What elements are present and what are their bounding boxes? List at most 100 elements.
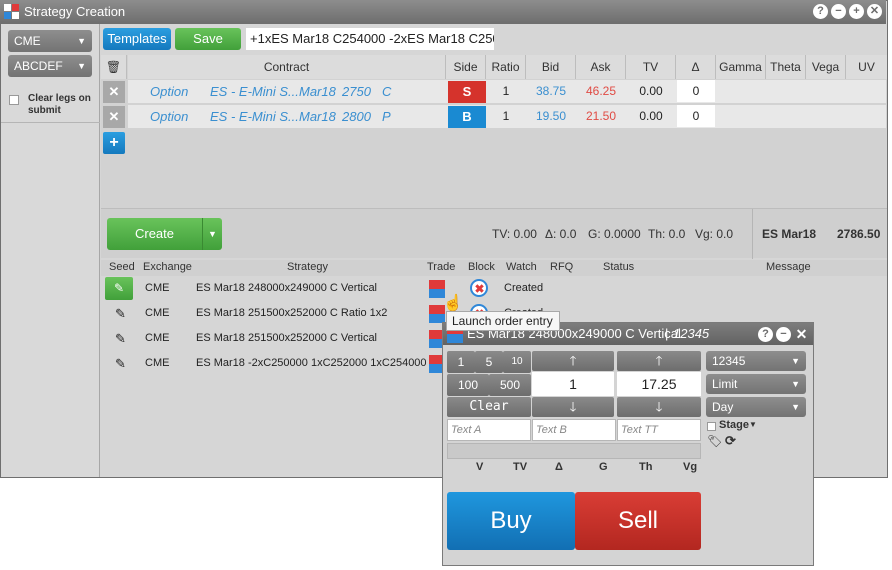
tif-dropdown[interactable]: Day ▼ <box>706 397 806 417</box>
qty-1-button[interactable]: 1 <box>447 351 475 373</box>
qty-500-button[interactable]: 500 <box>489 374 531 396</box>
order-type-value: Limit <box>712 377 738 391</box>
greek-g-label: G <box>599 461 608 473</box>
col-tv: TV <box>626 55 676 79</box>
help-icon[interactable]: ? <box>758 327 773 342</box>
side-buy-toggle[interactable]: B <box>448 106 486 128</box>
account-value: ABCDEF <box>14 59 63 73</box>
remove-leg-button[interactable]: ✕ <box>103 81 125 103</box>
seed-pencil-icon[interactable]: ✎ <box>115 326 126 351</box>
strategy-input[interactable]: +1xES Mar18 C254000 -2xES Mar18 C25000 <box>246 28 494 50</box>
leg-type[interactable]: Option <box>150 80 188 103</box>
app-logo-icon <box>4 4 20 20</box>
text-tt-input[interactable]: Text TT <box>617 419 701 441</box>
price-down-arrow-icon[interactable]: 🡓 <box>617 397 701 417</box>
clear-button[interactable]: Clear <box>447 397 531 417</box>
row-strategy: ES Mar18 251500x252000 C Ratio 1x2 <box>196 307 388 319</box>
qty-down-arrow-icon[interactable]: 🡓 <box>532 397 614 417</box>
leg-bid: 19.50 <box>535 109 567 123</box>
leg-expiry[interactable]: Mar18 <box>299 80 336 103</box>
stage-label: Stage <box>719 419 749 431</box>
stage-caret-icon[interactable]: ▼ <box>749 420 757 429</box>
col-ask: Ask <box>576 55 626 79</box>
chevron-down-icon: ▼ <box>791 379 800 389</box>
leg-ratio[interactable]: 1 <box>486 105 526 127</box>
col-trade: Trade <box>427 261 456 273</box>
chevron-down-icon[interactable]: ▼ <box>202 218 222 250</box>
leg-product[interactable]: ES - E-Mini S... <box>210 80 299 103</box>
leg-cp[interactable]: C <box>382 80 391 103</box>
clear-legs-checkbox[interactable] <box>9 95 19 105</box>
table-row[interactable]: ✎ CME ES Mar18 248000x249000 C Vertical … <box>101 276 887 301</box>
close-icon[interactable]: ✕ <box>794 327 809 342</box>
quantity-input[interactable]: 1 <box>532 372 614 396</box>
minimize-icon[interactable]: − <box>831 4 846 19</box>
leg-delta[interactable]: 0 <box>677 80 715 102</box>
text-a-input[interactable]: Text A <box>447 419 531 441</box>
col-side: Side <box>446 55 486 79</box>
leg-delta[interactable]: 0 <box>677 105 715 127</box>
window-title: Strategy Creation <box>24 4 126 19</box>
tag-icon[interactable]: 🏷 <box>707 434 722 448</box>
leg-cp[interactable]: P <box>382 105 391 128</box>
text-b-input[interactable]: Text B <box>532 419 616 441</box>
help-icon[interactable]: ? <box>813 4 828 19</box>
launch-order-entry-tooltip: Launch order entry <box>446 311 560 331</box>
price-input[interactable]: 17.25 <box>617 372 701 396</box>
col-uv: UV <box>846 55 887 79</box>
seed-pencil-icon[interactable]: ✎ <box>105 277 133 300</box>
close-icon[interactable]: ✕ <box>867 4 882 19</box>
col-theta: Theta <box>766 55 806 79</box>
account-dropdown[interactable]: 12345 ▼ <box>706 351 806 371</box>
chevron-down-icon: ▼ <box>791 356 800 366</box>
qty-100-button[interactable]: 100 <box>447 374 489 396</box>
qty-10-button[interactable]: 10 <box>503 351 531 373</box>
maximize-icon[interactable]: + <box>849 4 864 19</box>
leg-bid: 38.75 <box>535 84 567 98</box>
qty-5-button[interactable]: 5 <box>475 351 503 373</box>
greek-vg-label: Vg <box>683 461 698 473</box>
refresh-icon[interactable]: ⟳ <box>725 433 736 449</box>
save-button[interactable]: Save <box>175 28 241 50</box>
account-value: 12345 <box>712 354 746 368</box>
leg-type[interactable]: Option <box>150 105 188 128</box>
account-dropdown[interactable]: ABCDEF ▼ <box>8 55 92 77</box>
row-exchange: CME <box>145 332 170 344</box>
chevron-down-icon: ▼ <box>77 36 86 46</box>
leg-expiry[interactable]: Mar18 <box>299 105 336 128</box>
exchange-dropdown[interactable]: CME ▼ <box>8 30 92 52</box>
block-icon[interactable] <box>470 279 488 297</box>
seed-pencil-icon[interactable]: ✎ <box>115 351 126 376</box>
add-leg-button[interactable]: + <box>103 132 125 154</box>
qty-up-arrow-icon[interactable]: 🡑 <box>532 351 614 371</box>
create-button[interactable]: Create <box>107 218 202 250</box>
col-contract: Contract <box>128 55 446 79</box>
leg-product[interactable]: ES - E-Mini S... <box>210 105 299 128</box>
price-up-arrow-icon[interactable]: 🡑 <box>617 351 701 371</box>
col-status: Status <box>603 261 635 273</box>
remove-leg-button[interactable]: ✕ <box>103 106 125 128</box>
leg-ask: 21.50 <box>585 109 617 123</box>
trash-icon[interactable]: 🗑 <box>101 55 127 79</box>
side-sell-toggle[interactable]: S <box>448 81 486 103</box>
col-delta: Δ <box>676 55 716 79</box>
underlying-price: 2786.50 <box>837 227 881 241</box>
col-rfq: RFQ <box>550 261 574 273</box>
buy-button[interactable]: Buy <box>447 492 575 550</box>
row-exchange: CME <box>145 282 170 294</box>
col-vega: Vega <box>806 55 846 79</box>
order-type-dropdown[interactable]: Limit ▼ <box>706 374 806 394</box>
minimize-icon[interactable]: − <box>776 327 791 342</box>
leg-ratio[interactable]: 1 <box>486 80 526 102</box>
stage-checkbox[interactable] <box>707 422 716 431</box>
leg-ask: 46.25 <box>585 84 617 98</box>
leg-row: Option ES - E-Mini S... Mar18 2750 C S 1… <box>128 80 886 103</box>
leg-strike[interactable]: 2750 <box>342 80 371 103</box>
seed-pencil-icon[interactable]: ✎ <box>115 301 126 326</box>
templates-button[interactable]: Templates <box>103 28 171 50</box>
title-bar[interactable]: Strategy Creation ? − + ✕ <box>0 0 886 24</box>
row-exchange: CME <box>145 307 170 319</box>
leg-strike[interactable]: 2800 <box>342 105 371 128</box>
leg-tv: 0.00 <box>639 109 663 123</box>
sell-button[interactable]: Sell <box>575 492 701 550</box>
